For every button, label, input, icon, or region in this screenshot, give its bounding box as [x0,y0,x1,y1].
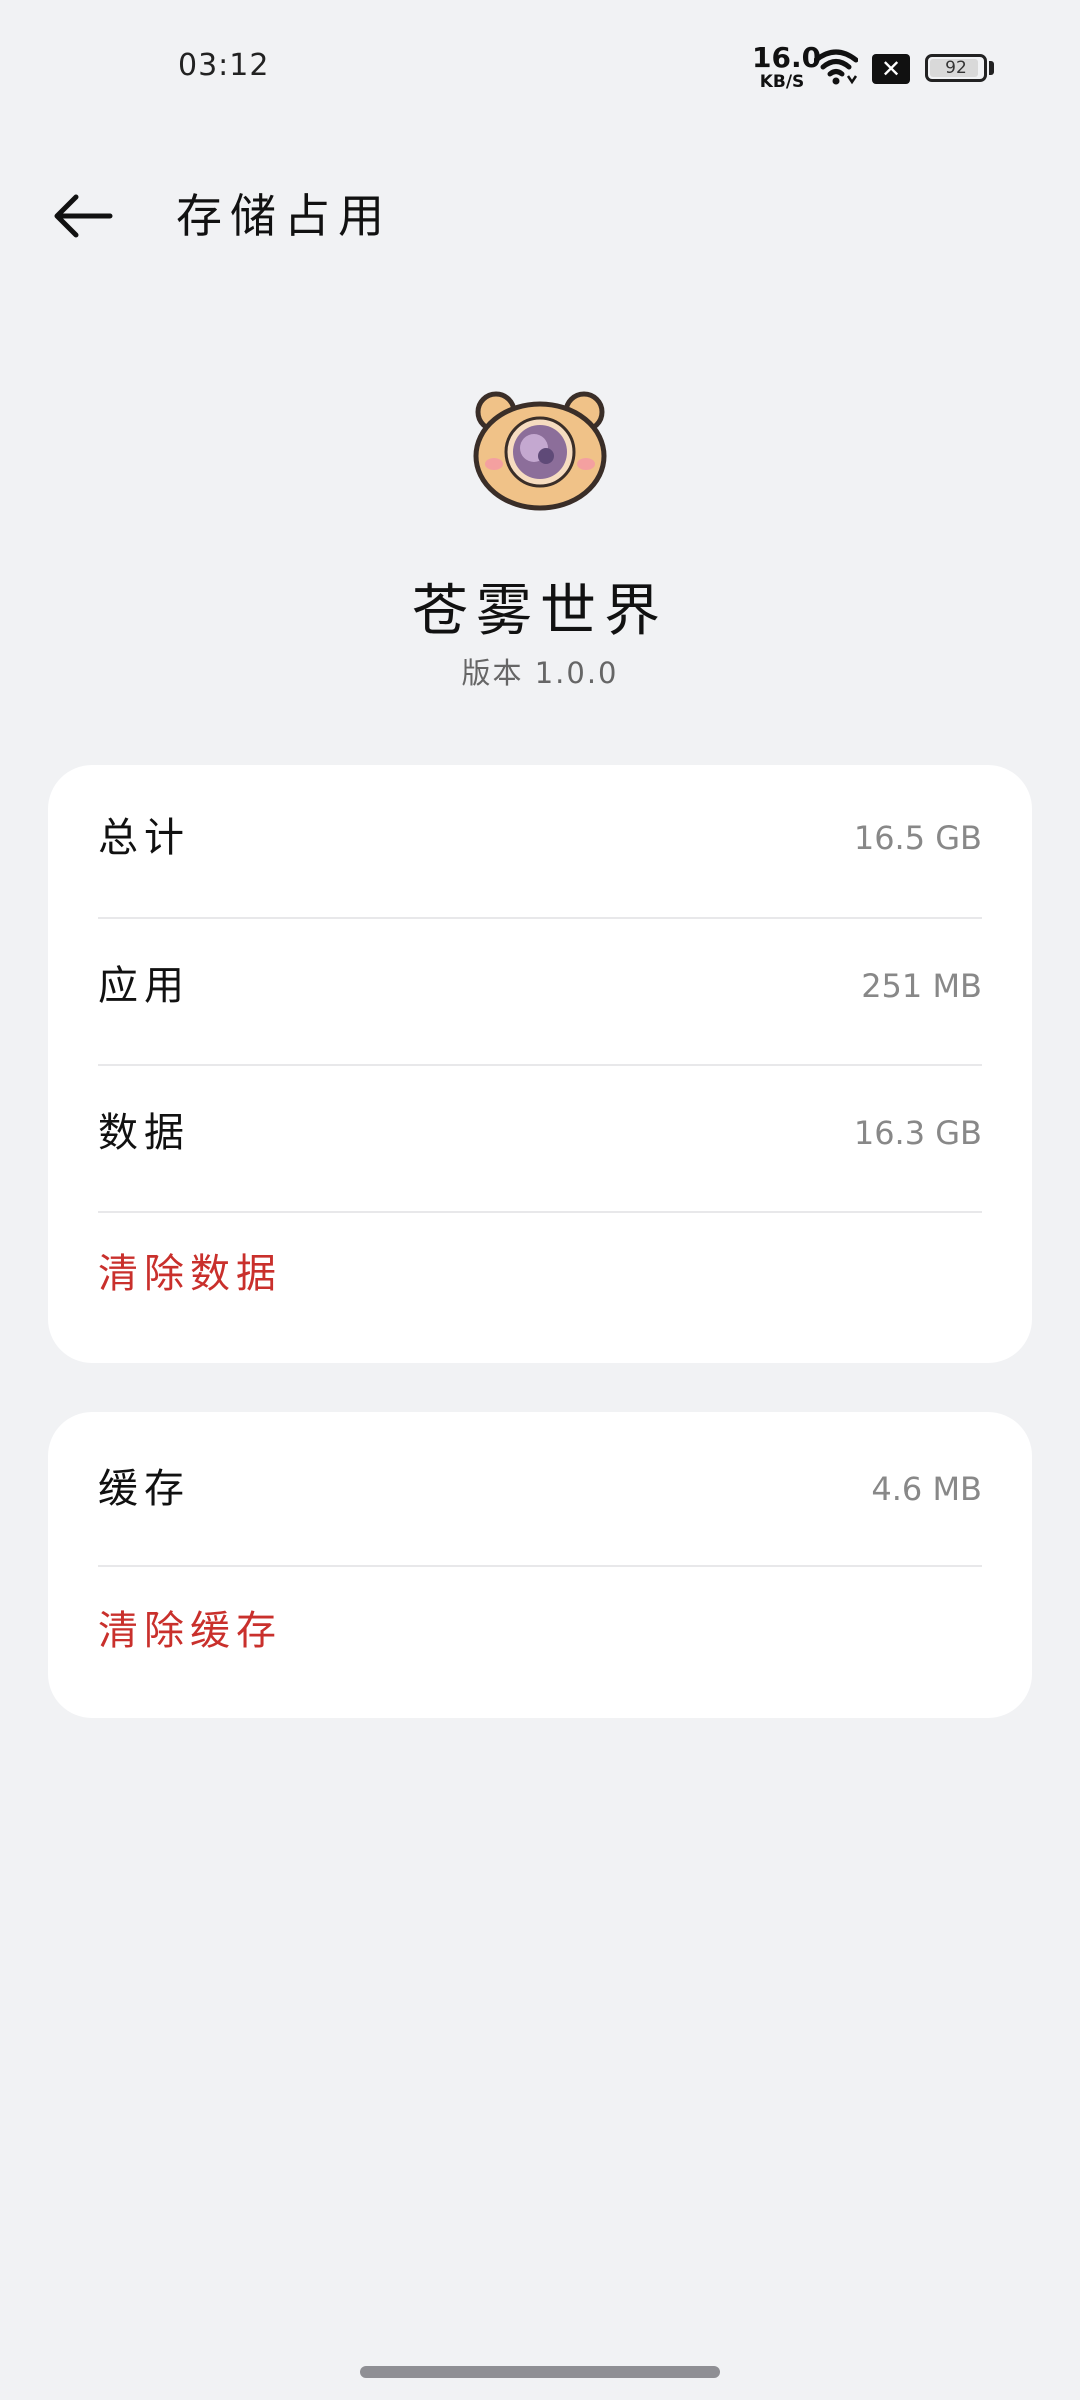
back-arrow-icon[interactable] [44,176,124,256]
app-version: 版本 1.0.0 [461,656,619,690]
bear-avatar-icon [473,391,607,511]
network-speed: 16.0 KB/S [752,41,822,92]
storage-row-data: 数据 16.3 GB [98,1060,982,1206]
battery-icon: 92 [925,54,987,82]
storage-row-app: 应用 251 MB [98,913,982,1059]
page-title: 存储占用 [176,189,392,243]
row-label: 数据 [98,1110,190,1156]
clear-data-label: 清除数据 [98,1251,282,1297]
network-speed-unit: KB/S [759,72,805,92]
status-time: 03:12 [178,48,270,83]
row-label: 应用 [98,963,190,1009]
row-label: 总计 [98,815,190,861]
network-speed-value: 16.0 [752,41,822,74]
row-value: 16.3 GB [853,1114,982,1152]
clear-data-button[interactable]: 清除数据 [98,1201,982,1347]
storage-row-total: 总计 16.5 GB [98,765,982,911]
row-label: 缓存 [98,1466,190,1512]
app-name: 苍雾世界 [412,579,668,644]
row-value: 16.5 GB [853,819,982,857]
storage-card: 总计 16.5 GB 应用 251 MB 数据 16.3 GB 清除数据 [48,765,1032,1363]
clear-cache-button[interactable]: 清除缓存 [98,1558,982,1704]
no-sim-icon: ✕ [872,54,910,84]
battery-tip [989,61,994,75]
cache-row: 缓存 4.6 MB [98,1416,982,1562]
row-value: 251 MB [861,967,982,1005]
status-bar: 03:12 16.0 KB/S ✕ 92 [0,0,1080,130]
row-value: 4.6 MB [871,1470,982,1508]
wifi-icon [814,49,858,85]
battery-level: 92 [945,58,967,78]
clear-cache-label: 清除缓存 [98,1608,282,1654]
cache-card: 缓存 4.6 MB 清除缓存 [48,1412,1032,1718]
home-indicator[interactable] [360,2366,720,2378]
